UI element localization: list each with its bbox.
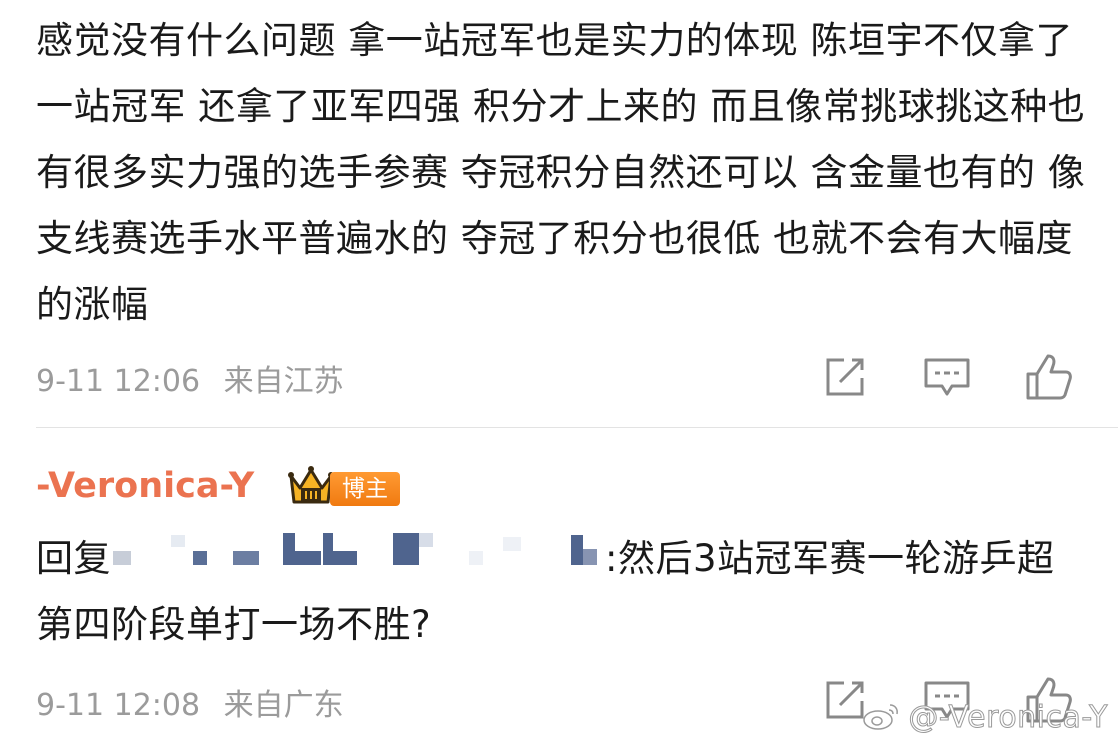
comment-username[interactable]: -Veronica-Y	[36, 466, 254, 506]
forward-button[interactable]	[820, 352, 870, 402]
crown-icon	[288, 466, 334, 504]
comment-text: 回复 :然后3站冠军赛一轮游乒超第四阶段单打一场不胜?	[36, 526, 1086, 658]
blogger-badge: 博主	[330, 472, 400, 506]
comment-text: 感觉没有什么问题 拿一站冠军也是实力的体现 陈垣宇不仅拿了一站冠军 还拿了亚军四…	[36, 19, 1086, 326]
weibo-logo-icon	[863, 704, 899, 730]
comment-meta: 9-11 12:08 来自广东	[36, 680, 344, 724]
comment-actions	[820, 352, 1074, 402]
weibo-watermark: @-Veronica-Y	[862, 700, 1108, 736]
forward-icon	[826, 358, 864, 396]
comment-meta: 9-11 12:06 来自江苏	[36, 356, 344, 400]
like-icon	[1026, 354, 1072, 400]
comment-item: -Veronica-Y 博主 回复 :然后3站冠军赛一轮游乒超第四阶段单打一场不…	[0, 428, 1118, 741]
comment-source: 来自广东	[223, 688, 344, 723]
like-button[interactable]	[1024, 352, 1074, 402]
reply-prefix: 回复	[36, 537, 111, 580]
comment-source: 来自江苏	[223, 364, 344, 399]
reply-icon	[924, 358, 970, 396]
mention-mosaic	[113, 533, 603, 577]
watermark-text: @-Veronica-Y	[908, 700, 1108, 736]
comment-time: 9-11 12:08	[36, 688, 201, 723]
comment-time: 9-11 12:06	[36, 364, 201, 399]
reply-button[interactable]	[922, 352, 972, 402]
comment-item: 感觉没有什么问题 拿一站冠军也是实力的体现 陈垣宇不仅拿了一站冠军 还拿了亚军四…	[0, 0, 1118, 428]
